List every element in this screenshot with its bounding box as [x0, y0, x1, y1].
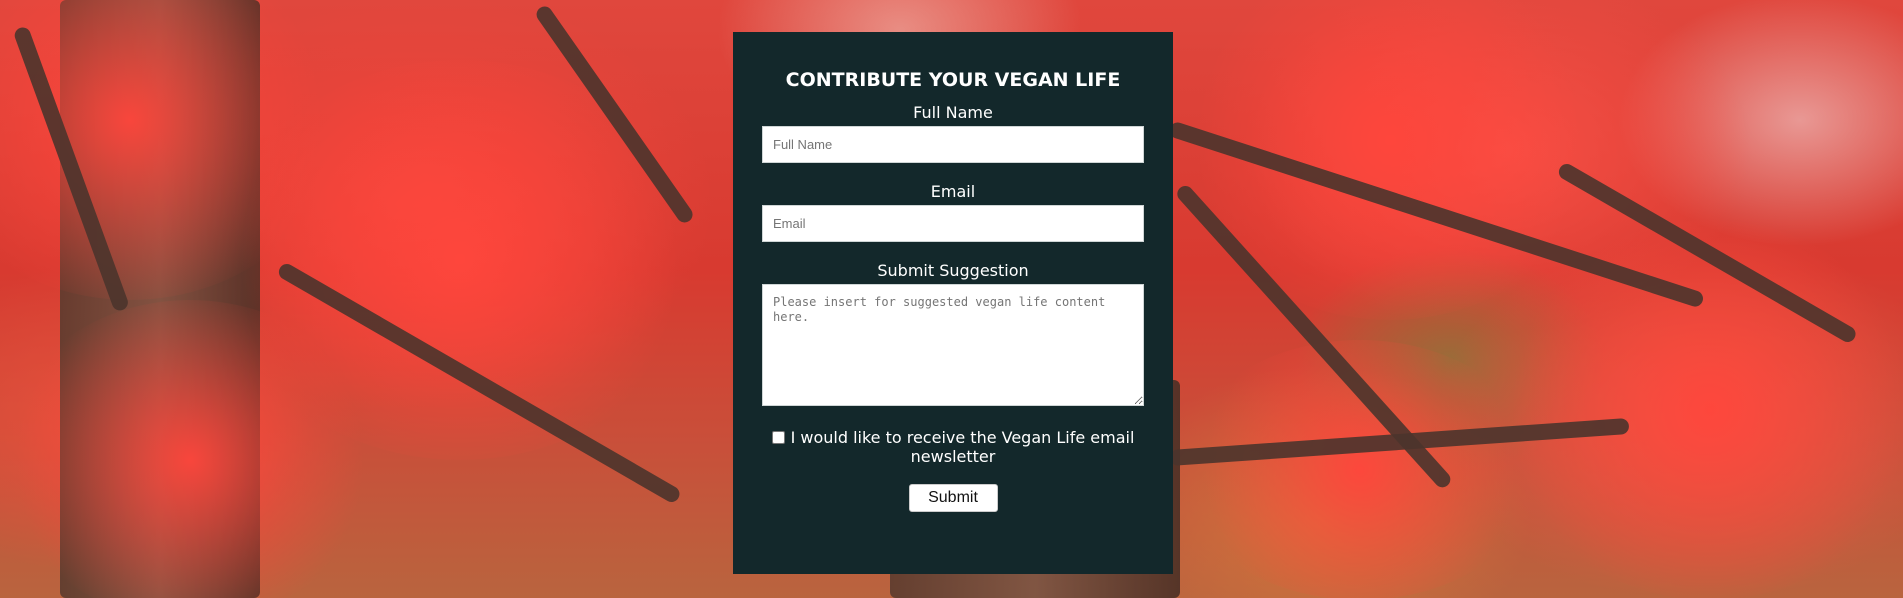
full-name-label: Full Name	[913, 103, 993, 122]
newsletter-row: I would like to receive the Vegan Life e…	[763, 428, 1143, 466]
email-label: Email	[930, 182, 976, 201]
email-group: Email	[733, 182, 1173, 242]
suggestion-group: Submit Suggestion	[733, 261, 1173, 406]
suggestion-textarea[interactable]	[762, 284, 1144, 406]
submit-button[interactable]: Submit	[908, 484, 998, 512]
email-input[interactable]	[762, 205, 1144, 242]
form-title: CONTRIBUTE YOUR VEGAN LIFE	[785, 69, 1121, 91]
full-name-input[interactable]	[762, 126, 1144, 163]
newsletter-label: I would like to receive the Vegan Life e…	[790, 428, 1135, 466]
suggestion-label: Submit Suggestion	[877, 261, 1029, 280]
contribute-form: CONTRIBUTE YOUR VEGAN LIFE Full Name Ema…	[733, 32, 1173, 574]
newsletter-checkbox[interactable]	[771, 431, 785, 444]
full-name-group: Full Name	[733, 103, 1173, 163]
leaf-cluster	[1500, 220, 1903, 598]
